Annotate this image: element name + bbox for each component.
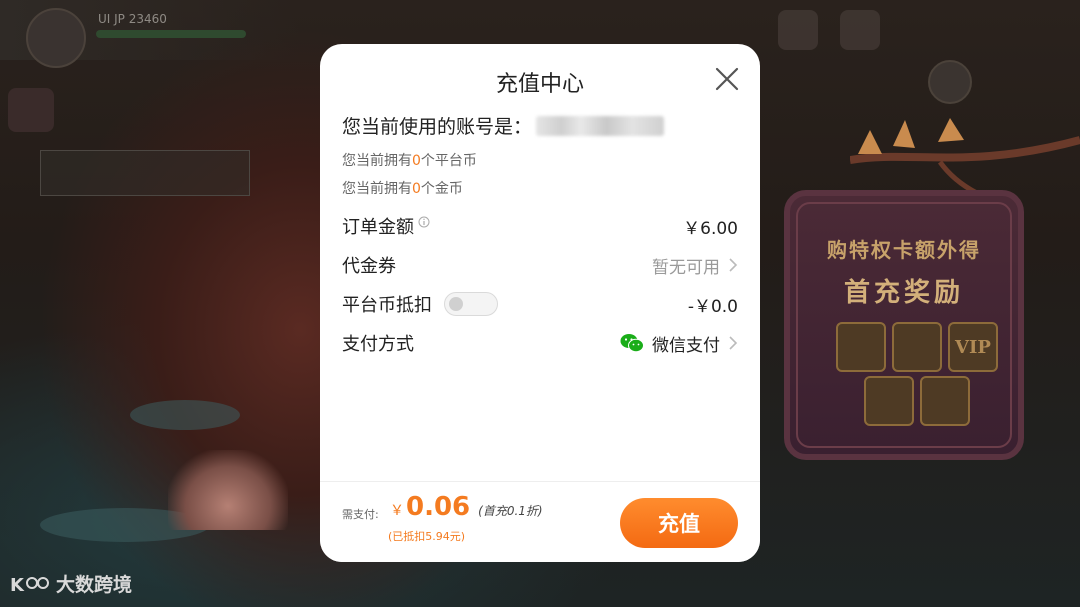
platform-coin-suffix: 个平台币 (420, 153, 477, 169)
voucher-label: 代金券 (342, 256, 396, 277)
player-id: UI JP 23460 (98, 12, 167, 26)
pay-amount-value: 0.06 (406, 492, 471, 522)
pay-amount: ￥ 0.06 (首充0.1折) (390, 492, 543, 522)
toggle-knob (449, 297, 463, 311)
platform-deduction-row: 平台币抵扣 -￥0.0 (342, 290, 738, 318)
right-top-button[interactable] (928, 60, 972, 104)
pay-currency: ￥ (390, 503, 404, 519)
reward-weapon-item (892, 322, 942, 372)
promo-title: 购特权卡额外得 (827, 238, 981, 262)
svg-text:K: K (10, 575, 25, 596)
left-menu-button[interactable] (8, 88, 54, 132)
gold-coin-prefix: 您当前拥有 (342, 181, 412, 197)
recharge-center-dialog: 充值中心 您当前使用的账号是： 您当前拥有0个平台币 您当前拥有0个金币 订单金… (320, 44, 760, 562)
promo-subtitle: 首充奖励 (843, 278, 964, 308)
platform-coin-prefix: 您当前拥有 (342, 153, 412, 169)
reward-mount-item (864, 376, 914, 426)
left-side-menu (0, 88, 62, 348)
wechat-pay-icon (620, 334, 644, 353)
pay-label: 需支付: (342, 508, 379, 521)
dialog-title: 充值中心 (495, 72, 584, 97)
order-amount-value: ￥6.00 (683, 218, 738, 239)
gold-coin-suffix: 个金币 (420, 181, 463, 197)
watermark-logo-icon: K (10, 575, 49, 596)
first-recharge-discount-note: (首充0.1折) (478, 504, 543, 518)
payment-method-row[interactable]: 支付方式 微信支付 (342, 329, 738, 357)
watermark: K 大数跨境 (10, 570, 132, 597)
order-amount-row: 订单金额 ￥6.00 (342, 212, 738, 240)
top-icon-bar (778, 10, 880, 50)
voucher-value: 暂无可用 (652, 257, 720, 278)
reward-vip-item: VIP (948, 322, 998, 372)
player-avatar[interactable] (26, 8, 86, 68)
reward-chest-item (920, 376, 970, 426)
account-label: 您当前使用的账号是： (342, 116, 533, 138)
payment-footer: 需支付: ￥ 0.06 (首充0.1折) (已抵扣5.94元) 充值 (320, 481, 760, 562)
platform-coin-balance: 您当前拥有0个平台币 (342, 150, 477, 170)
top-menu-icon[interactable] (778, 10, 818, 50)
top-menu-icon[interactable] (840, 10, 880, 50)
info-icon[interactable] (418, 216, 430, 228)
chevron-right-icon (729, 336, 738, 350)
close-icon[interactable] (714, 66, 740, 92)
platform-deduction-value: -￥0.0 (687, 296, 738, 317)
account-value-masked (536, 115, 665, 136)
platform-coin-count: 0 (412, 153, 421, 169)
gold-coin-balance: 您当前拥有0个金币 (342, 178, 463, 198)
voucher-row[interactable]: 代金券 暂无可用 (342, 251, 738, 279)
payment-method-label: 支付方式 (342, 334, 414, 355)
task-panel[interactable] (40, 150, 250, 196)
chevron-right-icon (729, 258, 738, 272)
platform-deduction-toggle[interactable] (444, 292, 498, 316)
gold-coin-count: 0 (412, 181, 421, 197)
player-level-bar (96, 30, 246, 38)
recharge-button[interactable]: 充值 (620, 498, 738, 548)
lily-pad (130, 400, 240, 430)
reward-costume-item (836, 322, 886, 372)
lotus-flower (168, 450, 288, 530)
platform-deduction-label: 平台币抵扣 (342, 295, 432, 316)
first-recharge-promo-card[interactable]: 购特权卡额外得 首充奖励 VIP (784, 190, 1024, 460)
watermark-text: 大数跨境 (56, 574, 133, 596)
payment-method-value: 微信支付 (652, 335, 720, 356)
account-row: 您当前使用的账号是： (342, 112, 665, 139)
order-amount-label: 订单金额 (342, 217, 414, 238)
deducted-amount-note: (已抵扣5.94元) (388, 530, 466, 543)
